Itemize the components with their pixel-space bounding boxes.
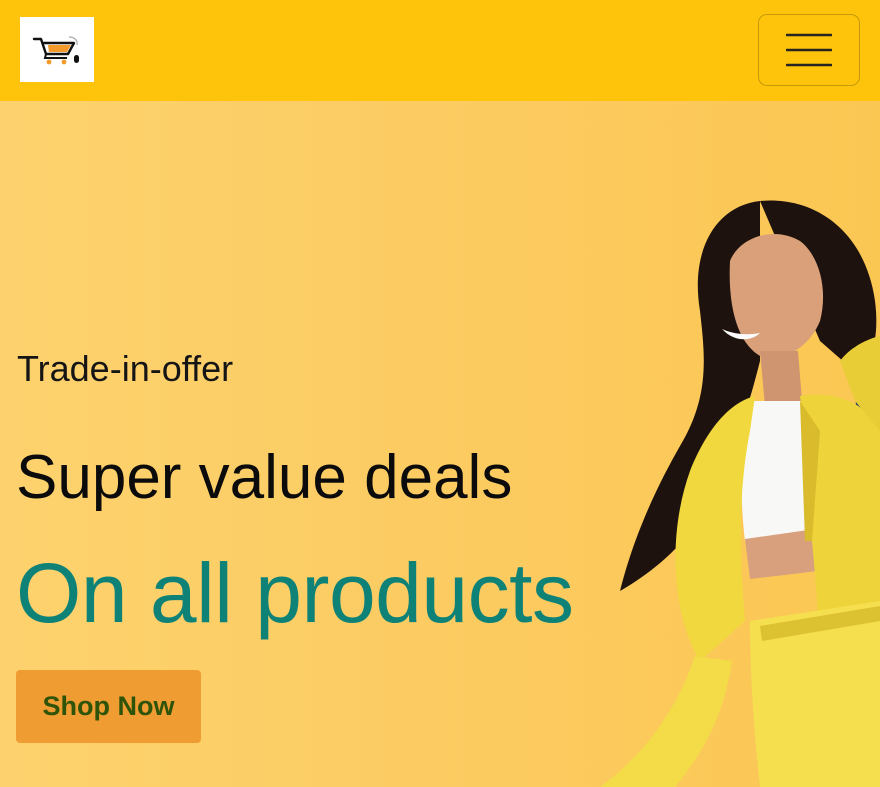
hero-image — [600, 200, 880, 787]
logo[interactable] — [20, 17, 94, 82]
hero-headline: Super value deals — [16, 443, 513, 512]
shopping-cart-icon — [32, 35, 79, 64]
hero-banner: Trade-in-offer Super value deals On all … — [0, 101, 880, 787]
hero-subheadline: On all products — [16, 546, 574, 640]
hamburger-menu-icon — [786, 33, 832, 67]
shop-now-button[interactable]: Shop Now — [16, 670, 201, 743]
navbar — [0, 0, 880, 101]
offer-eyebrow: Trade-in-offer — [17, 348, 234, 389]
menu-toggle-button[interactable] — [758, 14, 860, 86]
